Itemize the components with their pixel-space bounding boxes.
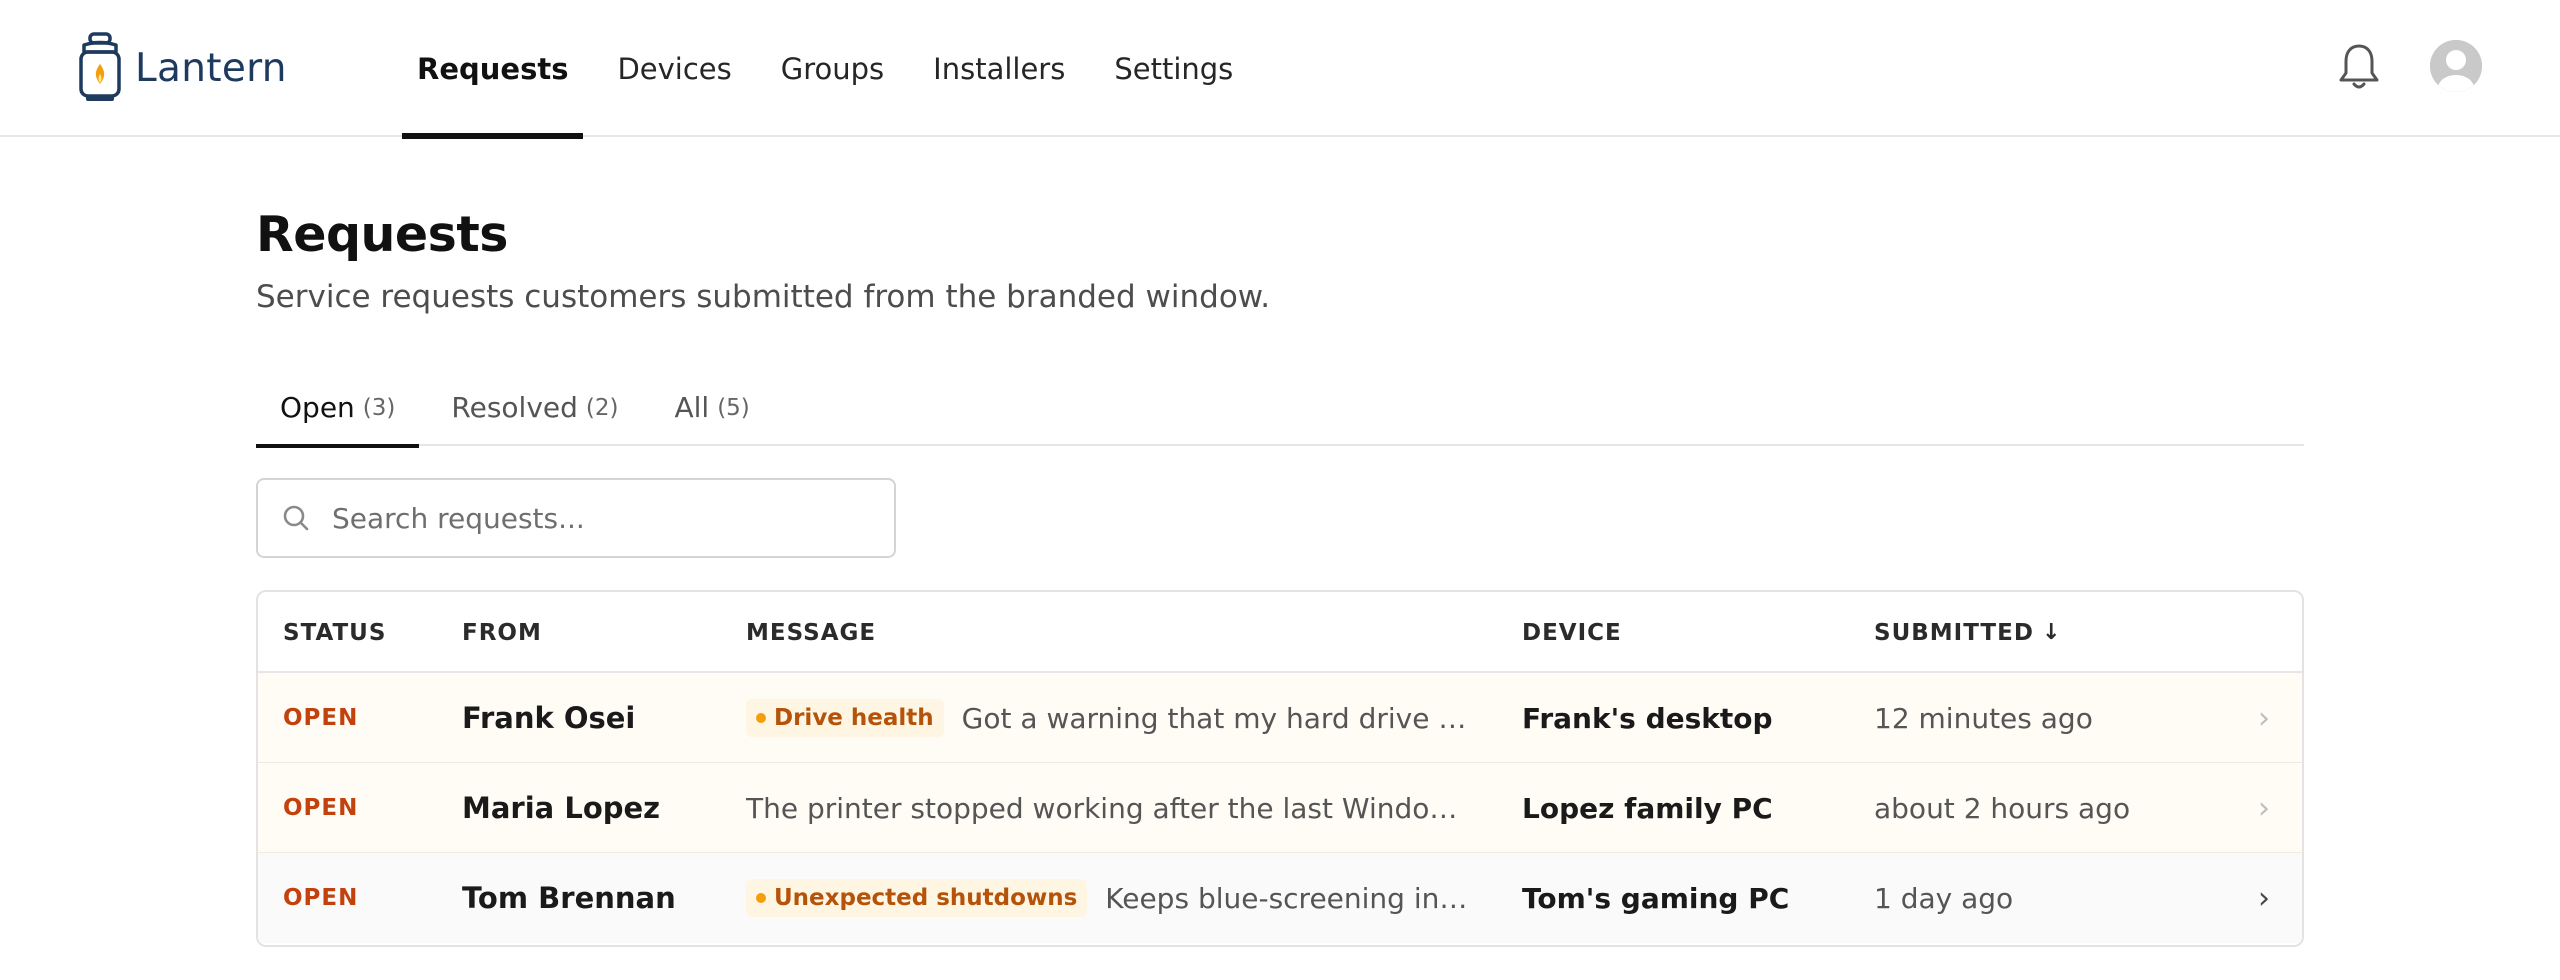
tab-resolved-count: (2)	[585, 394, 619, 421]
column-header-from[interactable]: FROM	[462, 592, 542, 673]
nav-installers[interactable]: Installers	[918, 0, 1080, 137]
submitted-time: 1 day ago	[1874, 881, 2014, 915]
sort-desc-arrow-icon: ↓	[2041, 620, 2062, 645]
status-badge: OPEN	[283, 795, 359, 821]
submitted-time: about 2 hours ago	[1874, 791, 2131, 825]
nav-requests-label: Requests	[417, 51, 569, 86]
category-tag-label: Drive health	[774, 705, 934, 731]
requester-name: Maria Lopez	[462, 791, 661, 825]
bell-icon[interactable]	[2336, 40, 2382, 92]
lantern-logo-icon	[79, 32, 121, 101]
main-nav: Requests Devices Groups Installers Setti…	[402, 0, 1267, 139]
device-name: Tom's gaming PC	[1522, 881, 1790, 915]
message-cell: The printer stopped working after the la…	[746, 763, 1476, 853]
column-header-from-label: FROM	[462, 619, 542, 646]
nav-installers-label: Installers	[933, 51, 1066, 86]
tab-open-count: (3)	[362, 394, 396, 421]
chevron-right-icon: ›	[2258, 700, 2270, 736]
nav-groups-label: Groups	[780, 51, 885, 86]
nav-requests[interactable]: Requests	[402, 0, 584, 139]
table-row[interactable]: OPEN Maria Lopez The printer stopped wor…	[258, 763, 2302, 853]
message-cell: Unexpected shutdowns Keeps blue-screenin…	[746, 853, 1476, 943]
user-avatar[interactable]	[2430, 40, 2482, 92]
nav-devices[interactable]: Devices	[602, 0, 746, 137]
nav-groups[interactable]: Groups	[766, 0, 899, 137]
page-title: Requests	[256, 206, 508, 263]
category-tag: Drive health	[746, 699, 944, 737]
message-preview: The printer stopped working after the la…	[746, 791, 1476, 825]
nav-settings-label: Settings	[1114, 51, 1234, 86]
page-subtitle: Service requests customers submitted fro…	[256, 279, 1271, 315]
category-tag-label: Unexpected shutdowns	[774, 885, 1078, 911]
status-badge: OPEN	[283, 885, 359, 911]
status-badge: OPEN	[283, 705, 359, 731]
column-header-device[interactable]: DEVICE	[1522, 592, 1622, 673]
nav-settings[interactable]: Settings	[1099, 0, 1248, 137]
tab-all-label: All	[674, 391, 710, 424]
tab-all-count: (5)	[717, 394, 750, 421]
tag-dot-icon	[756, 893, 766, 903]
table-row[interactable]: OPEN Tom Brennan Unexpected shutdowns Ke…	[258, 853, 2302, 943]
table-row[interactable]: OPEN Frank Osei Drive health Got a warni…	[258, 673, 2302, 763]
chevron-right-icon: ›	[2258, 880, 2270, 916]
tab-all[interactable]: All (5)	[650, 369, 773, 446]
tab-resolved[interactable]: Resolved (2)	[427, 369, 642, 446]
column-header-device-label: DEVICE	[1522, 619, 1622, 646]
nav-devices-label: Devices	[617, 51, 732, 86]
category-tag: Unexpected shutdowns	[746, 879, 1088, 917]
avatar-icon	[2430, 40, 2482, 92]
requester-name: Tom Brennan	[462, 881, 676, 915]
tab-open-label: Open	[280, 391, 355, 424]
search-input[interactable]	[332, 501, 872, 535]
request-tabs: Open (3) Resolved (2) All (5)	[256, 369, 2304, 448]
search-box	[256, 478, 896, 558]
search-icon	[283, 505, 309, 531]
column-header-status[interactable]: STATUS	[283, 592, 386, 673]
column-header-submitted[interactable]: SUBMITTED ↓	[1874, 592, 2061, 673]
tab-resolved-label: Resolved	[451, 391, 578, 424]
submitted-time: 12 minutes ago	[1874, 701, 2093, 735]
device-name: Lopez family PC	[1522, 791, 1773, 825]
requester-name: Frank Osei	[462, 701, 636, 735]
brand-logo-link[interactable]: Lantern	[75, 32, 287, 104]
tab-open[interactable]: Open (3)	[256, 369, 420, 448]
table-header: STATUS FROM MESSAGE DEVICE SUBMITTED ↓	[258, 592, 2302, 673]
brand-name: Lantern	[135, 45, 287, 91]
chevron-right-icon: ›	[2258, 790, 2270, 826]
column-header-status-label: STATUS	[283, 619, 387, 646]
device-name: Frank's desktop	[1522, 701, 1773, 735]
requests-table: STATUS FROM MESSAGE DEVICE SUBMITTED ↓ O…	[256, 590, 2304, 947]
column-header-submitted-label: SUBMITTED	[1874, 619, 2034, 646]
top-navigation-bar: Lantern Requests Devices Groups Installe…	[0, 0, 2560, 139]
column-header-message[interactable]: MESSAGE	[746, 592, 876, 673]
message-preview: Got a warning that my hard drive mig...	[961, 701, 1476, 735]
column-header-message-label: MESSAGE	[746, 619, 877, 646]
message-cell: Drive health Got a warning that my hard …	[746, 673, 1476, 763]
message-preview: Keeps blue-screening in th...	[1105, 881, 1476, 915]
tag-dot-icon	[756, 713, 766, 723]
